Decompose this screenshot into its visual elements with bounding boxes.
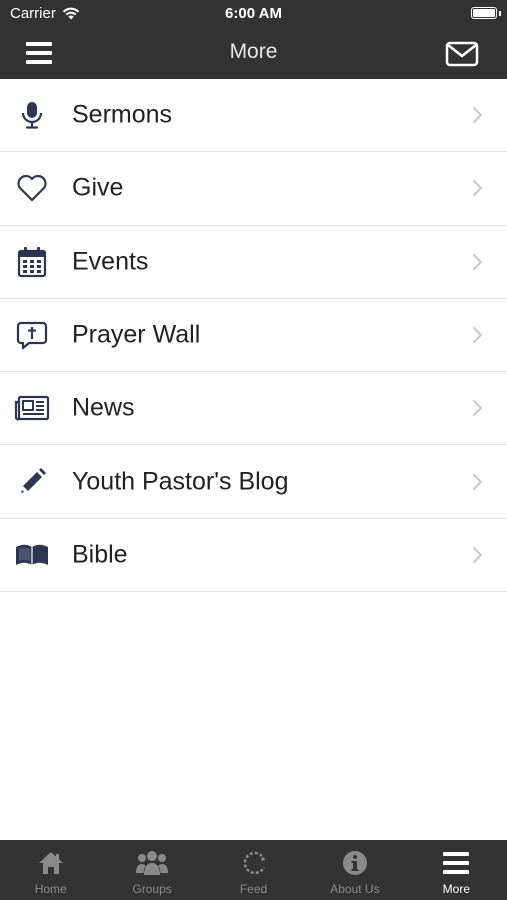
pencil-icon	[14, 464, 50, 500]
menu-item-bible[interactable]: Bible	[0, 518, 507, 593]
tab-feed[interactable]: Feed	[203, 840, 304, 900]
menu-item-label: Youth Pastor's Blog	[72, 467, 289, 496]
menu-item-label: News	[72, 393, 135, 422]
heart-icon	[14, 170, 50, 206]
more-menu-list: Sermons Give Events Prayer Wall News You…	[0, 79, 507, 593]
microphone-icon	[14, 97, 50, 133]
page-title: More	[229, 40, 278, 63]
home-icon	[34, 848, 68, 878]
menu-item-label: Give	[72, 173, 124, 202]
menu-item-youth-pastors-blog[interactable]: Youth Pastor's Blog	[0, 445, 507, 519]
menu-item-sermons[interactable]: Sermons	[0, 79, 507, 153]
book-icon	[14, 537, 50, 573]
newspaper-icon	[14, 390, 50, 426]
chevron-right-icon	[473, 180, 482, 197]
chevron-right-icon	[473, 546, 482, 563]
more-icon	[439, 848, 473, 878]
menu-item-label: Events	[72, 247, 149, 276]
menu-item-label: Prayer Wall	[72, 320, 201, 349]
prayer-bubble-icon	[14, 317, 50, 353]
header: Carrier 6:00 AM More	[0, 0, 507, 79]
chevron-right-icon	[473, 327, 482, 344]
menu-item-news[interactable]: News	[0, 372, 507, 446]
tab-bar: Home Groups Feed About Us More	[0, 840, 507, 900]
menu-item-label: Bible	[72, 540, 128, 569]
nav-bar: More	[0, 28, 507, 79]
battery-tip	[499, 11, 501, 16]
info-icon	[338, 848, 372, 878]
chevron-right-icon	[473, 107, 482, 124]
chevron-right-icon	[473, 400, 482, 417]
status-bar: Carrier 6:00 AM	[0, 0, 507, 28]
groups-icon	[135, 848, 169, 878]
chevron-right-icon	[473, 253, 482, 270]
mail-icon	[445, 41, 479, 67]
tab-home[interactable]: Home	[0, 840, 101, 900]
chevron-right-icon	[473, 473, 482, 490]
tab-groups[interactable]: Groups	[101, 840, 202, 900]
mail-button[interactable]	[445, 41, 479, 67]
tab-label: Home	[34, 882, 67, 896]
feed-icon	[237, 848, 271, 878]
menu-item-give[interactable]: Give	[0, 152, 507, 226]
menu-item-prayer-wall[interactable]: Prayer Wall	[0, 298, 507, 373]
status-time: 6:00 AM	[225, 5, 282, 22]
tab-label: Groups	[132, 882, 172, 896]
tab-about-us[interactable]: About Us	[304, 840, 405, 900]
menu-item-events[interactable]: Events	[0, 225, 507, 299]
calendar-icon	[14, 244, 50, 280]
battery-icon	[471, 7, 497, 19]
tab-more[interactable]: More	[406, 840, 507, 900]
tab-label: More	[442, 882, 470, 896]
tab-label: About Us	[330, 882, 380, 896]
tab-label: Feed	[239, 882, 268, 896]
menu-item-label: Sermons	[72, 100, 173, 129]
